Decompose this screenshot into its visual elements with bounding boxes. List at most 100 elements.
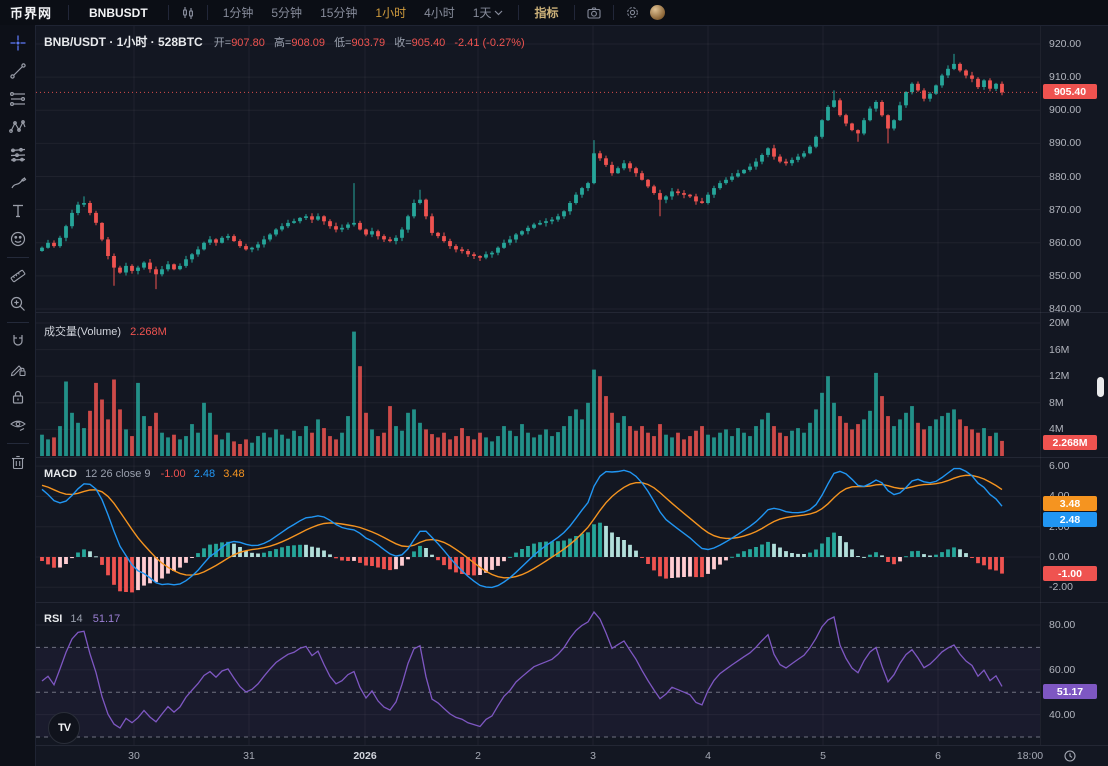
lock-drawings-tool-icon[interactable]: [3, 383, 33, 411]
macd-name: MACD: [44, 468, 77, 480]
volume-badge: 2.268M: [1043, 435, 1097, 450]
time-axis-label: 5: [801, 750, 845, 762]
timeframe-4h[interactable]: 4小时: [415, 0, 464, 25]
macd-signal-badge: 3.48: [1043, 496, 1097, 511]
zoom-in-tool-icon[interactable]: [3, 290, 33, 318]
volume-axis-tick: 16M: [1049, 344, 1069, 356]
tradingview-logo[interactable]: TV: [48, 712, 80, 744]
rsi-axis-tick: 40.00: [1049, 709, 1075, 721]
timeframe-1d-label: 1天: [473, 4, 492, 21]
xabcd-pattern-tool-icon[interactable]: [3, 113, 33, 141]
top-toolbar: 币界网 BNBUSDT 1分钟 5分钟 15分钟 1小时 4小时 1天 指标: [0, 0, 1108, 26]
open-value: 907.80: [231, 37, 265, 49]
divider: [518, 5, 519, 20]
rsi-legend: RSI 14 51.17: [44, 613, 120, 625]
toolbar-divider: [7, 443, 29, 444]
low-label: 低=: [334, 37, 351, 49]
time-axis-label: 30: [112, 750, 156, 762]
symbol-tab[interactable]: BNBUSDT: [75, 6, 162, 20]
change-value: -2.41 (-0.27%): [454, 37, 524, 49]
macd-legend: MACD 12 26 close 9 -1.00 2.48 3.48: [44, 468, 245, 480]
macd-signal-value: 3.48: [223, 468, 244, 480]
rsi-name: RSI: [44, 613, 62, 625]
macd-line-value: 2.48: [194, 468, 215, 480]
high-value: 908.09: [291, 37, 325, 49]
price-axis-tick: 840.00: [1049, 303, 1081, 315]
price-axis-tick: 850.00: [1049, 270, 1081, 282]
emoji-tool-icon[interactable]: [3, 225, 33, 253]
brush-tool-icon[interactable]: [3, 169, 33, 197]
fib-retracement-tool-icon[interactable]: [3, 85, 33, 113]
tradingview-logo-text: TV: [58, 722, 70, 734]
macd-hist-value: -1.00: [161, 468, 186, 480]
divider: [613, 5, 614, 20]
time-settings-icon[interactable]: [1063, 749, 1077, 766]
toolbar-divider: [7, 322, 29, 323]
open-label: 开=: [214, 37, 231, 49]
volume-legend: 成交量(Volume) 2.268M: [44, 323, 167, 339]
timeframe-1m[interactable]: 1分钟: [214, 0, 263, 25]
crosshair-tool-icon[interactable]: [3, 29, 33, 57]
forecast-tool-icon[interactable]: [3, 141, 33, 169]
main-chart-legend: BNB/USDT · 1小时 · 528BTC 开=907.80 高=908.0…: [44, 33, 525, 50]
compare-symbol-icon[interactable]: [175, 0, 201, 25]
volume-axis-tick: 12M: [1049, 370, 1069, 382]
settings-gear-icon[interactable]: [620, 0, 646, 25]
time-axis-label: 18:00: [1008, 750, 1052, 762]
rsi-param: 14: [70, 613, 82, 625]
volume-axis-tick: 8M: [1049, 397, 1064, 409]
symbol-title: BNB/USDT · 1小时 · 528BTC: [44, 35, 203, 49]
text-tool-icon[interactable]: [3, 197, 33, 225]
macd-axis-tick: -2.00: [1049, 581, 1073, 593]
delete-drawings-tool-icon[interactable]: [3, 448, 33, 476]
timeframe-1h-active[interactable]: 1小时: [366, 0, 415, 25]
volume-label: 成交量(Volume): [44, 326, 121, 338]
timeframe-15m[interactable]: 15分钟: [311, 0, 366, 25]
rsi-axis-tick: 80.00: [1049, 619, 1075, 631]
macd-axis-tick: 0.00: [1049, 551, 1069, 563]
magnet-tool-icon[interactable]: [3, 327, 33, 355]
panel-separator[interactable]: [36, 457, 1108, 458]
close-value: 905.40: [412, 37, 446, 49]
camera-icon[interactable]: [581, 0, 607, 25]
time-axis-label: 2026: [343, 750, 387, 762]
macd-line-badge: 2.48: [1043, 512, 1097, 527]
panel-separator[interactable]: [36, 312, 1108, 313]
divider: [207, 5, 208, 20]
close-label: 收=: [394, 37, 411, 49]
trend-line-tool-icon[interactable]: [3, 57, 33, 85]
price-scale-separator: [1040, 25, 1041, 745]
chart-canvas[interactable]: [0, 0, 1108, 766]
drawing-toolbar: [0, 25, 36, 766]
rsi-badge: 51.17: [1043, 684, 1097, 699]
low-value: 903.79: [352, 37, 386, 49]
price-axis-tick: 920.00: [1049, 38, 1081, 50]
volume-axis-tick: 4M: [1049, 423, 1064, 435]
price-axis-tick: 900.00: [1049, 104, 1081, 116]
user-avatar[interactable]: [650, 5, 665, 20]
macd-axis-tick: 6.00: [1049, 460, 1069, 472]
divider: [68, 5, 69, 20]
drawing-mode-tool-icon[interactable]: [3, 355, 33, 383]
panel-separator[interactable]: [36, 602, 1108, 603]
time-axis[interactable]: 303120262345618:00: [36, 745, 1108, 766]
timeframe-5m[interactable]: 5分钟: [262, 0, 311, 25]
pane-resize-handle[interactable]: [1097, 377, 1104, 397]
ruler-tool-icon[interactable]: [3, 262, 33, 290]
divider: [574, 5, 575, 20]
timeframe-1d-dropdown[interactable]: 1天: [464, 0, 513, 25]
trading-app: 币界网 BNBUSDT 1分钟 5分钟 15分钟 1小时 4小时 1天 指标: [0, 0, 1108, 766]
site-logo[interactable]: 币界网: [0, 3, 62, 22]
time-axis-label: 6: [916, 750, 960, 762]
time-axis-label: 31: [227, 750, 271, 762]
high-label: 高=: [274, 37, 291, 49]
volume-axis-tick: 20M: [1049, 317, 1069, 329]
price-axis-tick: 860.00: [1049, 237, 1081, 249]
time-axis-label: 3: [571, 750, 615, 762]
chevron-down-icon: [494, 10, 503, 16]
rsi-axis-tick: 60.00: [1049, 664, 1075, 676]
macd-params: 12 26 close 9: [85, 468, 150, 480]
toolbar-divider: [7, 257, 29, 258]
indicators-button[interactable]: 指标: [525, 0, 567, 25]
hide-drawings-tool-icon[interactable]: [3, 411, 33, 439]
